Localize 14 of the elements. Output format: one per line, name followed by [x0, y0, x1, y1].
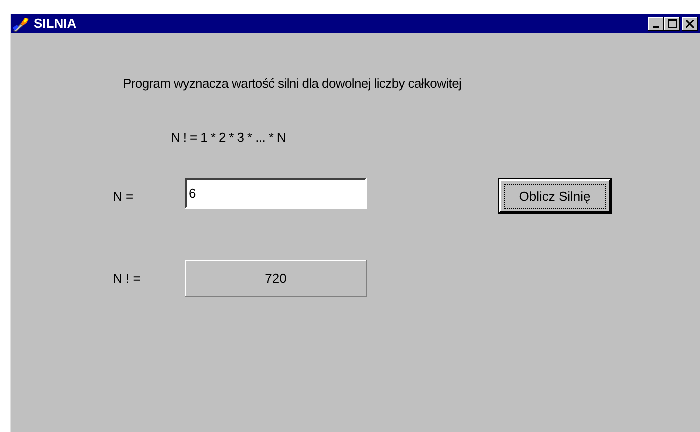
- close-icon: [686, 20, 694, 28]
- formula-text: N ! = 1 * 2 * 3 * ... * N: [171, 130, 287, 145]
- minimize-icon: [653, 26, 659, 28]
- maximize-icon: [668, 19, 676, 28]
- result-label: N ! =: [113, 271, 142, 286]
- calculate-button[interactable]: Oblicz Silnię: [499, 179, 611, 213]
- close-button[interactable]: [682, 16, 698, 30]
- number-input-field[interactable]: 6: [185, 178, 367, 208]
- minimize-button[interactable]: [648, 16, 664, 30]
- n-label: N =: [113, 188, 135, 204]
- maximize-button[interactable]: [664, 16, 680, 30]
- result-value: 720: [185, 260, 367, 297]
- window-title: SILNIA: [34, 16, 78, 31]
- description-text: Program wyznacza wartość silni dla dowolnej liczby całkowitej: [123, 76, 463, 91]
